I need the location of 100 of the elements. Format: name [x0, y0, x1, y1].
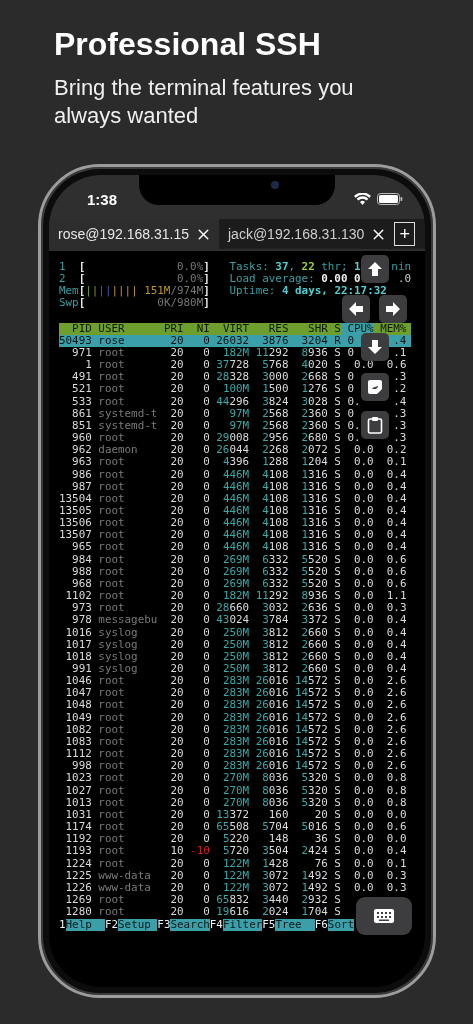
- process-row[interactable]: 1016 syslog 20 0 250M 3812 2660 S 0.0 0.4: [59, 626, 411, 639]
- session-tab[interactable]: jack@192.168.31.130: [219, 219, 395, 249]
- user-cell-text: root: [97, 346, 126, 360]
- column-header[interactable]: PID: [59, 322, 92, 335]
- process-row[interactable]: 13505 root 20 0 446M 4108 1316 S 0.0 0.4: [59, 504, 411, 518]
- function-label[interactable]: Tree: [275, 919, 315, 932]
- process-row[interactable]: 1027 root 20 0 270M 8036 5320 S 0.0 0.8: [59, 784, 411, 797]
- nice-cell-text: 0: [202, 893, 210, 907]
- column-header[interactable]: VIRT: [209, 322, 250, 335]
- priority-cell-text: 20: [169, 444, 184, 457]
- process-row[interactable]: 1224 root 20 0 122M 1428 76 S 0.0 0.1: [59, 857, 411, 870]
- cpu-cell-text: 0.0: [353, 821, 374, 834]
- process-row[interactable]: 986 root 20 0 446M 4108 1316 S 0.0 0.4: [59, 468, 411, 481]
- process-row[interactable]: 1225 www-data 20 0 122M 3072 1492 S 0.0 0.3: [59, 869, 411, 882]
- res-cell-text: 3812: [261, 663, 289, 676]
- process-row[interactable]: 963 root 20 0 4396 1288 1204 S 0.0 0.1: [59, 456, 411, 469]
- process-row[interactable]: 973 root 20 0 28660 3032 2636 S 0.0 0.3: [59, 602, 411, 615]
- function-label[interactable]: Setup: [118, 919, 158, 932]
- process-row[interactable]: 1023 root 20 0 270M 8036 5320 S 0.0 0.8: [59, 772, 411, 785]
- mem-cell-text: 0.8: [385, 784, 407, 797]
- scroll-down-button[interactable]: [361, 333, 389, 361]
- battery-icon: [377, 193, 403, 205]
- priority-cell-text: 20: [169, 371, 184, 384]
- process-row[interactable]: 13504 root 20 0 446M 4108 1316 S 0.0 0.4: [59, 492, 411, 505]
- process-row[interactable]: 965 root 20 0 446M 4108 1316 S 0.0 0.4: [59, 541, 411, 554]
- process-row[interactable]: 1269 root 20 0 65832 3440 2932 S: [59, 893, 341, 907]
- res-cell-text: 3504: [261, 845, 289, 858]
- mem-cell-text: 2.6: [385, 675, 407, 688]
- process-row[interactable]: 1193 root 10 -10 5720 3504 2424 S 0.0 0.4: [59, 845, 411, 858]
- function-label[interactable]: Sort: [327, 919, 355, 932]
- process-row[interactable]: 1047 root 20 0 283M 26016 14572 S 0.0 2.6: [59, 687, 411, 700]
- process-row[interactable]: 1280 root 20 0 19616 2024 1704 S: [59, 906, 341, 919]
- process-row[interactable]: 1018 syslog 20 0 250M 3812 2660 S 0.0 0.4: [59, 650, 411, 663]
- process-row[interactable]: 1102 root 20 0 182M 11292 8936 S 0.0 1.1: [59, 590, 411, 603]
- process-row[interactable]: 960 root 20 0 29008 2956 2680 S 0. .3: [59, 432, 411, 445]
- column-header[interactable]: NI: [183, 322, 210, 335]
- shr-cell-text: 2660: [300, 626, 328, 639]
- column-header[interactable]: SHR: [288, 322, 328, 335]
- process-row[interactable]: 1112 root 20 0 283M 26016 14572 S 0.0 2.6: [59, 748, 411, 761]
- process-row[interactable]: 987 root 20 0 446M 4108 1316 S 0.0 0.4: [59, 480, 411, 493]
- process-row[interactable]: 1017 syslog 20 0 250M 3812 2660 S 0.0 0.4: [59, 638, 411, 651]
- new-tab-button[interactable]: +: [394, 222, 415, 246]
- process-row[interactable]: 1083 root 20 0 283M 26016 14572 S 0.0 2.6: [59, 735, 411, 749]
- process-row[interactable]: 1031 root 20 0 13372 160 20 S 0.0 0.0: [59, 808, 411, 822]
- virt-cell-text: 182M: [221, 590, 250, 603]
- pid-cell-text: 963: [71, 456, 92, 469]
- state-cell-text: S: [333, 444, 341, 457]
- clipboard-icon: [367, 416, 383, 434]
- process-row[interactable]: 13506 root 20 0 446M 4108 1316 S 0.0 0.4: [59, 517, 411, 530]
- process-row[interactable]: 1226 www-data 20 0 122M 3072 1492 S 0.0 0.3: [59, 881, 411, 894]
- user-cell-text: root: [97, 687, 126, 700]
- paste-button[interactable]: [361, 411, 389, 439]
- keyboard-button[interactable]: [356, 897, 412, 935]
- column-header[interactable]: RES: [249, 322, 289, 335]
- process-row[interactable]: 851 systemd-t 20 0 97M 2568 2360 S 0. .3: [59, 419, 411, 433]
- state-cell-text: S: [333, 808, 341, 822]
- process-row[interactable]: 533 root 20 0 44296 3824 3028 S 0. .4: [59, 395, 411, 408]
- process-row[interactable]: 988 root 20 0 269M 6332 5520 S 0.0 0.6: [59, 565, 411, 578]
- nice-cell-text: 0: [202, 419, 210, 433]
- process-row[interactable]: 1048 root 20 0 283M 26016 14572 S 0.0 2.6: [59, 699, 411, 712]
- cpu-cell-text: 0: [346, 334, 355, 347]
- process-row[interactable]: 1049 root 20 0 283M 26016 14572 S 0.0 2.6: [59, 711, 411, 724]
- priority-cell-text: 20: [169, 614, 184, 627]
- session-tab[interactable]: rose@192.168.31.15: [49, 219, 219, 249]
- priority-cell-text: 20: [169, 650, 184, 663]
- process-row[interactable]: 978 messagebu 20 0 43024 3784 3372 S 0.0 0.4: [59, 614, 411, 627]
- user-cell-text: root: [97, 432, 126, 445]
- right-button[interactable]: [379, 295, 407, 323]
- process-row[interactable]: 971 root 20 0 182M 11292 8936 S 0 .1: [59, 346, 411, 360]
- pid-cell-text: 998: [71, 760, 92, 773]
- process-row[interactable]: 491 root 20 0 28328 3000 2668 S 0 .3: [59, 371, 411, 384]
- nice-cell-text: 0: [202, 735, 210, 749]
- column-header[interactable]: CPU%: [340, 322, 374, 335]
- column-header[interactable]: MEM%: [373, 322, 407, 335]
- mem-cell-text: 0.4: [385, 638, 407, 651]
- column-header[interactable]: USER: [91, 322, 158, 335]
- process-row[interactable]: 998 root 20 0 283M 26016 14572 S 0.0 2.6: [59, 760, 411, 773]
- process-row[interactable]: 1013 root 20 0 270M 8036 5320 S 0.0 0.8: [59, 796, 411, 809]
- priority-cell-text: 20: [169, 553, 184, 566]
- process-row[interactable]: 991 syslog 20 0 250M 3812 2660 S 0.0 0.4: [59, 663, 411, 676]
- process-row[interactable]: 1174 root 20 0 65508 5704 5016 S 0.0 0.6: [59, 821, 411, 834]
- process-row[interactable]: 1192 root 20 0 5220 148 36 S 0.0 0.0: [59, 833, 411, 846]
- process-row[interactable]: 521 root 20 0 100M 1500 1276 S 0 .2: [59, 383, 411, 396]
- column-header[interactable]: S: [327, 322, 341, 335]
- function-label[interactable]: Help: [65, 919, 105, 932]
- process-row[interactable]: 962 daemon 20 0 26044 2268 2072 S 0.0 0.2: [59, 444, 411, 457]
- column-header[interactable]: PRI: [157, 322, 184, 335]
- process-row[interactable]: 861 systemd-t 20 0 97M 2568 2360 S 0 .3: [59, 407, 411, 420]
- left-button[interactable]: [342, 295, 370, 323]
- process-row[interactable]: 1082 root 20 0 283M 26016 14572 S 0.0 2.6: [59, 723, 411, 736]
- nice-cell-text: 0: [202, 602, 210, 615]
- priority-cell-text: 20: [169, 699, 184, 712]
- process-row[interactable]: 968 root 20 0 269M 6332 5520 S 0.0 0.6: [59, 577, 411, 591]
- scroll-up-button[interactable]: [361, 255, 389, 283]
- process-row[interactable]: 1046 root 20 0 283M 26016 14572 S 0.0 2.6: [59, 675, 411, 688]
- shr-cell-text: 14572: [293, 723, 328, 736]
- process-row[interactable]: 984 root 20 0 269M 6332 5520 S 0.0 0.6: [59, 553, 411, 566]
- sticker-button[interactable]: [361, 373, 389, 401]
- function-label[interactable]: Search: [170, 919, 210, 932]
- process-row[interactable]: 13507 root 20 0 446M 4108 1316 S 0.0 0.4: [59, 529, 411, 542]
